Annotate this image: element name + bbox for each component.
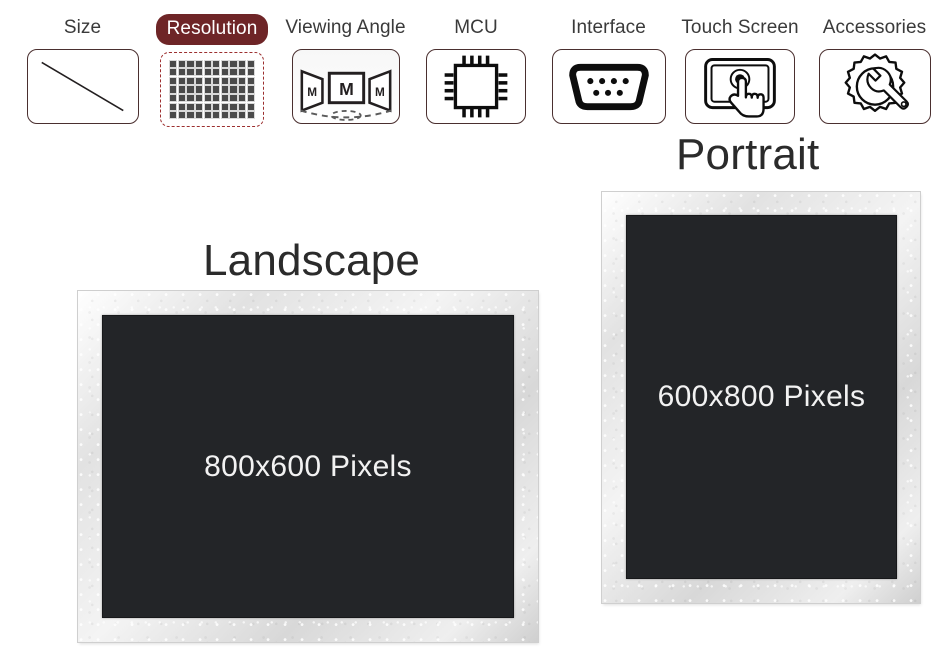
svg-text:M: M [307, 86, 317, 99]
portrait-lcd-panel: 600x800 Pixels [602, 192, 920, 603]
svg-text:M: M [374, 86, 384, 99]
portrait-lcd-screen: 600x800 Pixels [626, 215, 897, 579]
category-item-resolution[interactable]: Resolution [152, 14, 272, 127]
db9-connector-icon [551, 49, 666, 124]
microchip-icon [426, 49, 526, 124]
portrait-panel-title: Portrait [676, 130, 820, 179]
landscape-panel-title: Landscape [203, 236, 421, 285]
pixel-grid [170, 60, 254, 119]
category-item-accessories[interactable]: Accessories [812, 14, 937, 124]
viewing-angle-icon: M M M [291, 49, 400, 124]
landscape-lcd-screen: 800x600 Pixels [102, 315, 514, 618]
category-label-accessories: Accessories [822, 17, 927, 38]
touch-hand-icon [685, 49, 795, 124]
category-label-touch-screen: Touch Screen [681, 17, 799, 38]
category-label-size: Size [63, 17, 102, 38]
category-item-touch-screen[interactable]: Touch Screen [679, 14, 801, 124]
category-label-mcu: MCU [454, 17, 498, 38]
gear-wrench-icon [818, 49, 931, 124]
pixel-grid-icon [160, 52, 264, 127]
category-label-viewing-angle: Viewing Angle [285, 17, 406, 38]
category-item-interface[interactable]: Interface [546, 14, 671, 124]
svg-text:M: M [339, 79, 354, 99]
landscape-lcd-panel: 800x600 Pixels [78, 291, 538, 642]
category-item-mcu[interactable]: MCU [421, 14, 531, 124]
category-item-size[interactable]: Size [20, 14, 145, 124]
portrait-resolution-text: 600x800 Pixels [657, 380, 866, 413]
diagonal-size-icon [26, 49, 139, 124]
landscape-resolution-text: 800x600 Pixels [204, 449, 412, 483]
category-label-resolution: Resolution [155, 14, 269, 45]
category-strip: Size Resolution Viewing Angle M M M MCU … [0, 0, 949, 140]
category-label-interface: Interface [571, 17, 646, 38]
category-item-viewing-angle[interactable]: Viewing Angle M M M [278, 14, 413, 124]
